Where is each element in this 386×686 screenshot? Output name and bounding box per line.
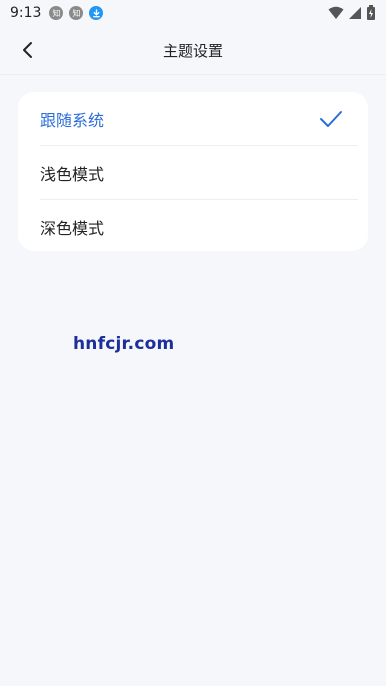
app-header: 主题设置: [0, 26, 386, 75]
theme-option-dark[interactable]: 深色模式: [40, 200, 358, 253]
wifi-icon: [328, 6, 344, 19]
theme-options-card: 跟随系统 浅色模式 深色模式: [18, 92, 368, 251]
page-title: 主题设置: [162, 41, 223, 60]
status-right: [328, 5, 376, 21]
theme-option-label: 浅色模式: [40, 164, 105, 184]
theme-option-label: 深色模式: [40, 218, 105, 238]
watermark: hnfcjr.com: [73, 334, 175, 354]
theme-option-label: 跟随系统: [40, 110, 105, 130]
zhihu-notification-icon-2: 知: [69, 6, 84, 20]
chevron-left-icon: [23, 42, 32, 58]
battery-icon: [367, 5, 375, 20]
download-icon: [89, 6, 104, 20]
signal-icon: [349, 7, 361, 19]
checkmark-icon: [320, 110, 342, 127]
theme-option-follow-system[interactable]: 跟随系统: [40, 92, 358, 145]
theme-option-light[interactable]: 浅色模式: [40, 146, 358, 199]
status-time: 9:13: [10, 5, 42, 21]
zhihu-notification-icon: 知: [49, 6, 64, 20]
back-button[interactable]: [16, 38, 40, 62]
status-bar: 9:13 知 知: [0, 0, 386, 26]
status-left: 9:13 知 知: [10, 5, 104, 21]
